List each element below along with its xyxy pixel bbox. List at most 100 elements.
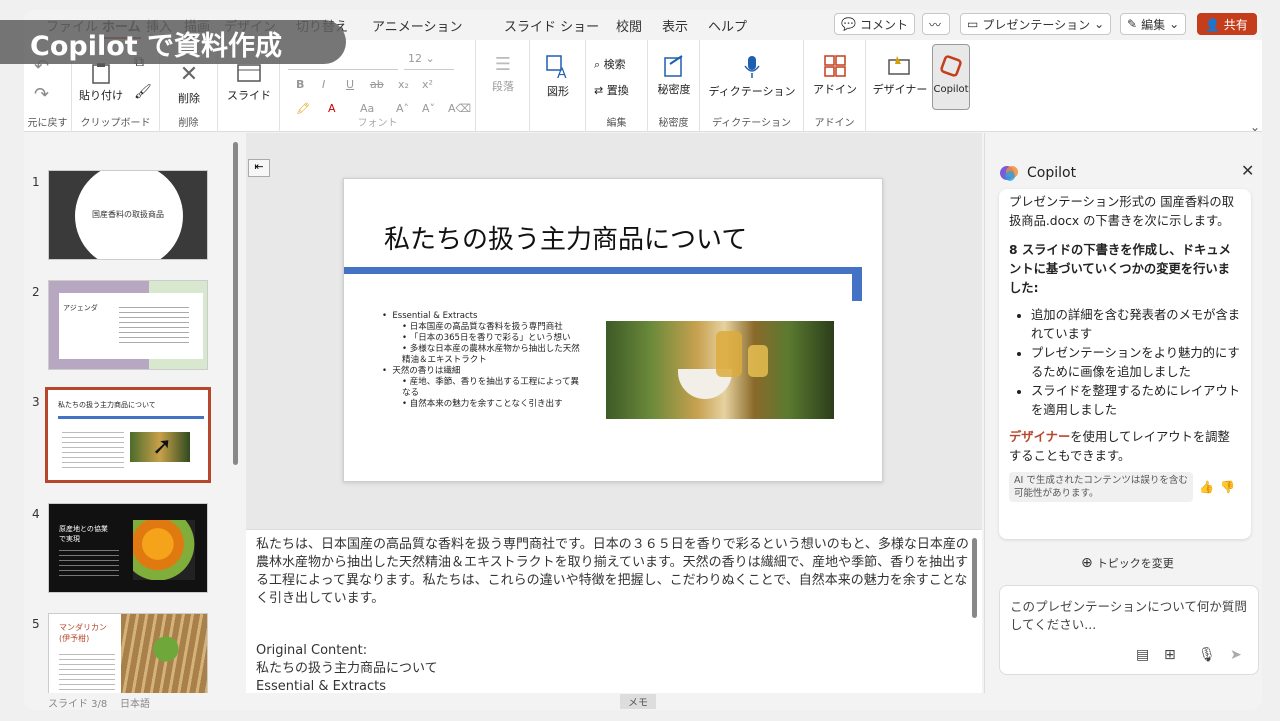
dictation-group-label: ディクテーション xyxy=(711,118,792,129)
designer-button[interactable]: デザイナー xyxy=(872,54,928,97)
microphone-icon[interactable]: 🎙 xyxy=(1198,646,1216,664)
designer-copilot-group: デザイナー Copilot xyxy=(866,40,972,132)
thumbnail-slide-4[interactable]: 原産地との協業で実現 xyxy=(48,503,208,593)
italic-icon[interactable]: I xyxy=(322,78,325,91)
thumb-title: マンダリカン (伊予柑) xyxy=(59,623,107,643)
paste-button[interactable]: 貼り付け xyxy=(78,62,124,103)
thumbnail-slide-3[interactable]: 私たちの扱う主力商品について ➚ xyxy=(45,387,211,483)
editing-group: ⌕ 検索 ⇄ 置換 編集 xyxy=(586,40,648,132)
collapse-pane-icon[interactable]: ⇤ xyxy=(248,159,270,177)
designer-icon xyxy=(888,56,910,75)
dictation-button[interactable]: ディクテーション xyxy=(704,54,800,99)
copilot-input[interactable]: このプレゼンテーションについて何か質問してください... ▤ ⊞ 🎙 ➤ xyxy=(999,585,1259,675)
notebook-icon[interactable]: ▤ xyxy=(1136,646,1149,664)
slide-bullet-1-2: 「日本の365日を香りで彩る」という想い xyxy=(409,333,571,343)
redo-icon[interactable]: ↷ xyxy=(34,84,49,105)
font-size-value: 12 xyxy=(408,52,422,65)
copilot-list-item: スライドを整理するためにレイアウトを適用しました xyxy=(1031,382,1241,420)
shapes-button[interactable]: A 図形 xyxy=(536,54,580,99)
sensitivity-button[interactable]: 秘密度 xyxy=(652,54,696,97)
designer-link[interactable]: デザイナー xyxy=(1009,430,1070,444)
thumb-title: 私たちの扱う主力商品について xyxy=(58,401,156,409)
copilot-icon xyxy=(940,55,962,77)
replace-icon: ⇄ xyxy=(594,84,604,97)
addins-button[interactable]: アドイン xyxy=(810,54,860,97)
font-size-select[interactable]: 12 ⌄ xyxy=(404,50,454,70)
notes-original-label: Original Content: xyxy=(256,643,368,658)
comment-button[interactable]: 💬 コメント xyxy=(834,13,915,35)
sensitivity-icon xyxy=(664,55,683,77)
strikethrough-icon[interactable]: ab xyxy=(370,78,384,91)
speaker-notes[interactable]: 私たちは、日本国産の高品質な香料を扱う専門商社です。日本の３６５日を香りで彩ると… xyxy=(246,529,982,693)
pencil-icon: ✎ xyxy=(1127,17,1138,31)
slide-label: スライド xyxy=(227,89,271,102)
ai-disclaimer: AI で生成されたコンテンツは誤りを含む可能性があります。 xyxy=(1009,472,1193,502)
comment-icon: 💬 xyxy=(841,17,856,31)
status-bar: スライド 3/8 日本語 メモ xyxy=(24,693,1262,710)
tab-review[interactable]: 校閲 xyxy=(616,16,642,35)
thumb-number: 5 xyxy=(32,617,40,631)
thumbs-down-icon[interactable]: 👎 xyxy=(1220,478,1235,497)
send-icon[interactable]: ➤ xyxy=(1230,646,1242,664)
format-painter-icon[interactable]: 🖌 xyxy=(134,84,152,100)
current-slide[interactable]: 私たちの扱う主力商品について • Essential & Extracts • … xyxy=(343,178,883,482)
search-button[interactable]: ⌕ 検索 xyxy=(594,56,626,72)
thumbnail-slide-2[interactable]: アジェンダ xyxy=(48,280,208,370)
copilot-ribbon-button[interactable]: Copilot xyxy=(932,44,970,110)
paragraph-button[interactable]: ☰ 段落 xyxy=(482,54,524,94)
tab-slideshow[interactable]: スライド ショー xyxy=(504,16,599,35)
slide-bullet-2: 天然の香りは繊細 xyxy=(392,366,461,376)
share-button[interactable]: 👤 共有 xyxy=(1197,13,1257,35)
tab-help[interactable]: ヘルプ xyxy=(708,16,747,35)
superscript-icon[interactable]: x² xyxy=(422,78,433,91)
svg-text:A: A xyxy=(557,66,567,80)
thumbnail-scrollbar[interactable] xyxy=(233,142,238,465)
subscript-icon[interactable]: x₂ xyxy=(398,78,409,91)
slide-image[interactable] xyxy=(606,321,834,419)
apps-icon[interactable]: ⊞ xyxy=(1164,646,1176,664)
thumbnail-slide-1[interactable]: 国産香料の取扱商品 xyxy=(48,170,208,260)
catch-up-button[interactable]: 〰 xyxy=(922,13,950,35)
search-icon: ⌕ xyxy=(594,58,601,71)
replace-button[interactable]: ⇄ 置換 xyxy=(594,82,629,98)
change-topic-button[interactable]: ⊕ トピックを変更 xyxy=(1081,555,1174,571)
present-button[interactable]: ▭ プレゼンテーション ⌄ xyxy=(960,13,1112,35)
clipboard-icon xyxy=(92,63,110,84)
person-icon: 👤 xyxy=(1205,18,1220,32)
copilot-ribbon-label: Copilot xyxy=(933,84,969,95)
share-label: 共有 xyxy=(1223,18,1248,32)
slide-title[interactable]: 私たちの扱う主力商品について xyxy=(384,219,747,256)
status-language[interactable]: 日本語 xyxy=(120,695,150,710)
new-slide-button[interactable]: スライド xyxy=(224,62,274,103)
copilot-title: Copilot xyxy=(1027,165,1077,181)
edit-mode-button[interactable]: ✎ 編集 ⌄ xyxy=(1120,13,1187,35)
addins-group-label: アドイン xyxy=(814,118,855,129)
close-icon[interactable]: ✕ xyxy=(1241,161,1254,180)
copilot-header: Copilot xyxy=(999,163,1076,183)
present-label: プレゼンテーション xyxy=(982,17,1091,32)
notes-scrollbar[interactable] xyxy=(972,538,977,618)
delete-button[interactable]: ✕ 削除 xyxy=(168,62,210,106)
font-group-label: フォント xyxy=(357,118,398,129)
paragraph-group: ☰ 段落 xyxy=(476,40,530,132)
thumb-title: 国産香料の取扱商品 xyxy=(92,210,164,219)
chevron-down-icon: ⌄ xyxy=(1169,17,1180,31)
bold-icon[interactable]: B xyxy=(296,78,304,91)
chevron-down-icon[interactable]: ⌄ xyxy=(1250,120,1260,134)
thumbs-up-icon[interactable]: 👍 xyxy=(1199,478,1214,497)
addins-label: アドイン xyxy=(813,83,857,96)
notes-text: 私たちは、日本国産の高品質な香料を扱う専門商社です。日本の３６５日を香りで彩ると… xyxy=(256,537,969,606)
sensitivity-label: 秘密度 xyxy=(657,83,691,96)
slide-canvas: ⇤ 私たちの扱う主力商品について • Essential & Extracts … xyxy=(246,133,982,529)
dictation-group: ディクテーション ディクテーション xyxy=(700,40,804,132)
underline-icon[interactable]: U xyxy=(346,78,354,91)
thumb-number: 3 xyxy=(32,395,40,409)
slide-body[interactable]: • Essential & Extracts • 日本国産の高品質な香料を扱う専… xyxy=(382,311,582,410)
editing-group-label: 編集 xyxy=(606,118,627,129)
thumb-title: 原産地との協業で実現 xyxy=(59,525,108,543)
thumbnail-slide-5[interactable]: マンダリカン (伊予柑) xyxy=(48,613,208,699)
tab-animations[interactable]: アニメーション xyxy=(372,16,462,35)
tab-view[interactable]: 表示 xyxy=(662,16,688,35)
shapes-label: 図形 xyxy=(547,85,569,98)
notes-toggle[interactable]: メモ xyxy=(620,694,656,709)
